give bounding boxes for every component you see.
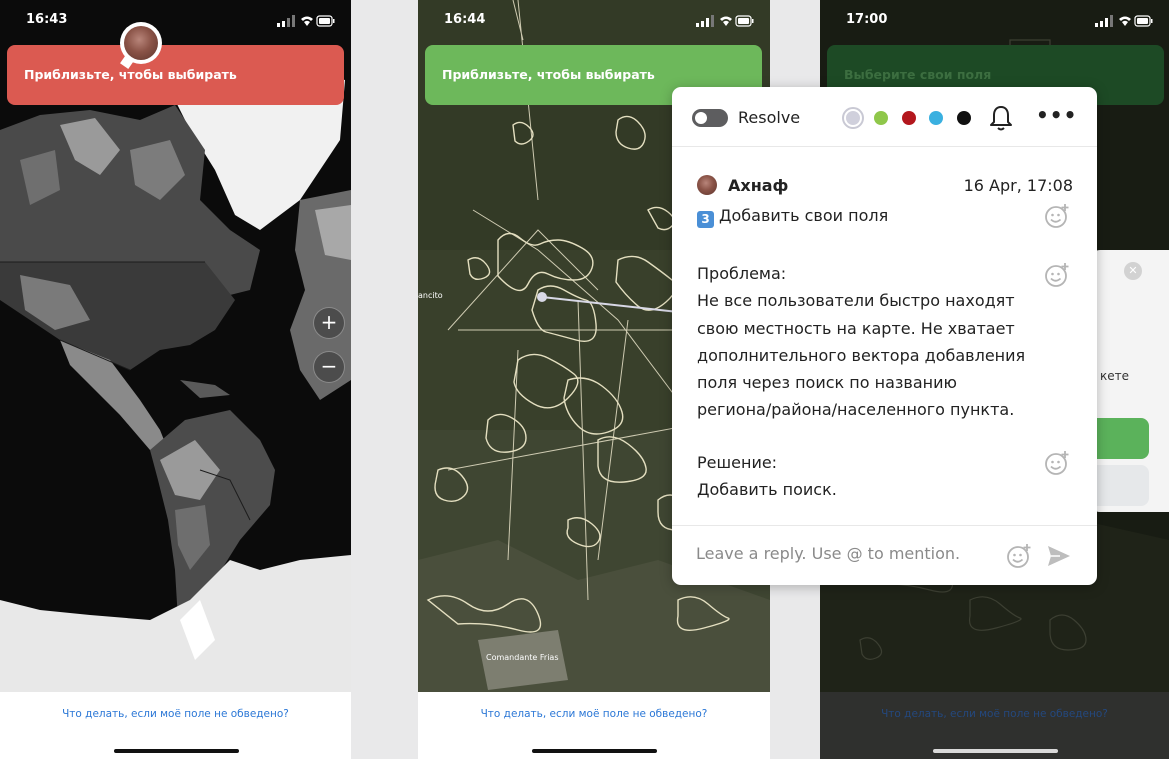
field-not-outlined-link[interactable]: Что делать, если моё поле не обведено? [0,708,351,720]
problem-text-line: поля через поиск по названию [697,373,957,392]
comment-title-text: Добавить свои поля [719,206,889,225]
close-icon[interactable]: ✕ [1124,262,1142,280]
comment-header: Resolve ••• [672,87,1097,147]
keycap-number-icon: 3 [697,211,714,228]
zoom-hint-banner: Приблизьте, чтобы выбирать [7,45,344,105]
toggle-knob [695,112,707,124]
field-not-outlined-link[interactable]: Что делать, если моё поле не обведено? [820,708,1169,720]
dialog-secondary-button[interactable] [1095,465,1149,506]
bottom-bar: Что делать, если моё поле не обведено? [820,692,1169,759]
more-options-icon[interactable]: ••• [1036,105,1076,129]
bottom-bar: Что делать, если моё поле не обведено? [418,692,770,759]
problem-text-line: региона/района/населенного пункта. [697,400,1015,419]
status-time: 16:43 [26,12,68,27]
problem-text-line: дополнительного вектора добавления [697,346,1026,365]
comment-pin-avatar[interactable] [120,22,162,64]
color-option-blue[interactable] [929,111,943,125]
status-time: 17:00 [846,12,888,27]
comment-popover: Resolve ••• Ахнаф 16 Apr, 17:08 3 Добавит… [672,87,1097,585]
dialog-text: кете [1100,369,1130,383]
home-indicator [113,749,239,753]
banner-text: Приблизьте, чтобы выбирать [24,67,237,82]
signal-wifi-battery-icon [1095,15,1153,27]
phone-screen-world-map: 16:43 Приблизьте, чтобы выбирать + − Что… [0,0,351,759]
comment-title: 3 Добавить свои поля [697,206,888,228]
author-name: Ахнаф [728,176,789,195]
status-time: 16:44 [444,12,486,27]
reply-bar [672,525,1097,585]
emoji-picker-icon[interactable] [1006,543,1032,569]
signal-wifi-battery-icon [696,15,754,27]
color-option-green[interactable] [874,111,888,125]
status-bar: 16:43 [0,0,351,44]
solution-text: Добавить поиск. [697,480,837,499]
signal-wifi-battery-icon [277,15,335,27]
banner-text: Приблизьте, чтобы выбирать [442,67,655,82]
add-reaction-icon[interactable] [1044,203,1070,229]
resolve-label: Resolve [738,108,801,127]
home-indicator [932,749,1058,753]
color-swatch [846,111,860,125]
color-option-black[interactable] [957,111,971,125]
solution-label: Решение: [697,453,778,472]
status-bar: 16:44 [418,0,770,44]
bottom-bar: Что делать, если моё поле не обведено? [0,692,351,759]
reply-input[interactable] [696,544,986,563]
comment-timestamp: 16 Apr, 17:08 [963,176,1073,195]
resolve-toggle[interactable] [692,109,728,127]
field-not-outlined-link[interactable]: Что делать, если моё поле не обведено? [418,708,770,720]
avatar [124,26,158,60]
status-bar: 17:00 [820,0,1169,44]
add-reaction-icon[interactable] [1044,262,1070,288]
dialog-primary-button[interactable] [1095,418,1149,459]
map-place-label: ancito [418,291,443,300]
problem-label: Проблема: [697,264,787,283]
zoom-out-button[interactable]: − [313,351,345,383]
author-avatar [697,175,717,195]
color-option-red[interactable] [902,111,916,125]
send-icon[interactable] [1046,543,1072,569]
problem-text-line: свою местность на карте. Не хватает [697,319,1015,338]
banner-text: Выберите свои поля [844,67,992,82]
home-indicator [532,749,657,753]
add-reaction-icon[interactable] [1044,450,1070,476]
color-option-grey[interactable] [842,107,864,129]
problem-text-line: Не все пользователи быстро находят [697,291,1015,310]
map-place-label: Comandante Frias [486,653,559,662]
bell-icon[interactable] [988,104,1014,132]
zoom-in-button[interactable]: + [313,307,345,339]
comment-anchor-dot[interactable] [537,292,547,302]
